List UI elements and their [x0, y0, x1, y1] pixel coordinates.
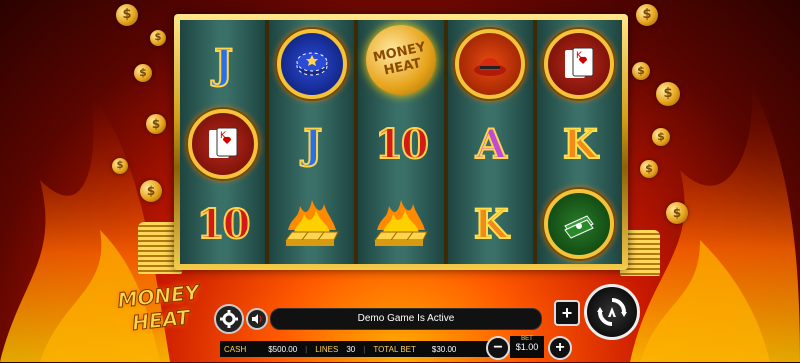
coin-icon: $	[632, 62, 650, 80]
coin-icon: $	[140, 180, 162, 202]
bet-value: $1.00	[515, 342, 539, 352]
symbol-a: A	[475, 120, 508, 169]
reel-3: MONEY HEAT 10	[358, 18, 444, 264]
bet-display: BET $1.00	[510, 336, 544, 358]
total-bet-value: $30.00	[431, 344, 457, 354]
info-bar: CASH $500.00 | LINES 30 | TOTAL BET $30.…	[220, 341, 490, 357]
coin-icon: $	[116, 4, 138, 26]
symbol-10: 10	[196, 200, 252, 249]
coin-icon: $	[112, 158, 128, 174]
casino-chip-icon	[276, 29, 347, 99]
spin-arrows-icon	[597, 298, 627, 326]
symbol-king-card: K	[180, 104, 265, 184]
coin-icon: $	[150, 30, 166, 46]
lines-label: LINES	[315, 344, 339, 354]
symbol-k: K	[473, 200, 510, 249]
symbol-k: K	[562, 120, 599, 169]
symbol-10: 10	[374, 120, 430, 169]
reel-1: J K 10	[180, 20, 266, 264]
lines-value: 30	[346, 344, 356, 354]
bet-decrease-button[interactable]: −	[486, 336, 510, 360]
symbol-hat	[448, 24, 533, 104]
money-heat-coin-icon: MONEY HEAT	[359, 18, 443, 102]
symbol-cash	[537, 184, 622, 264]
game-logo: MONEY HEAT	[112, 279, 209, 362]
bet-increase-button[interactable]: +	[548, 336, 572, 360]
coin-icon: $	[134, 64, 152, 82]
settings-button[interactable]	[214, 304, 244, 334]
reel-2: J	[269, 20, 355, 264]
king-card-icon: K	[544, 29, 615, 99]
gear-icon	[220, 310, 238, 328]
coin-icon: $	[652, 128, 670, 146]
sound-button[interactable]	[246, 308, 268, 330]
cash-stack-icon	[544, 189, 615, 259]
plus-icon: +	[555, 339, 565, 356]
symbol-j: J	[302, 120, 323, 169]
coin-icon: $	[146, 114, 166, 134]
reel-frame: J K 10 J MONEY HEAT 10 A K K K	[174, 14, 628, 270]
coin-icon: $	[640, 160, 658, 178]
coin-icon: $	[656, 82, 680, 106]
reel-4: A K	[447, 20, 533, 264]
reel-5: K K	[536, 20, 623, 264]
symbol-gold-bars	[269, 184, 354, 264]
gold-bars-icon	[284, 200, 339, 246]
coin-icon: $	[636, 4, 658, 26]
autoplay-button[interactable]: +	[554, 300, 580, 326]
minus-icon: −	[493, 339, 503, 356]
symbol-money-heat-wild: MONEY HEAT	[358, 18, 443, 102]
speaker-icon	[252, 314, 262, 324]
symbol-king-card: K	[537, 24, 622, 104]
king-card-icon: K	[187, 109, 258, 179]
symbol-chip	[269, 24, 354, 104]
cash-value: $500.00	[268, 344, 298, 354]
status-message: Demo Game Is Active	[270, 308, 542, 330]
info-divider: |	[305, 344, 308, 354]
cowboy-hat-icon	[455, 29, 526, 99]
cash-label: CASH	[224, 344, 247, 354]
plus-icon: +	[561, 302, 573, 323]
total-bet-label: TOTAL BET	[373, 344, 416, 354]
symbol-gold-bars	[358, 184, 443, 264]
info-divider: |	[363, 344, 366, 354]
coin-icon: $	[666, 202, 688, 224]
reel-area: J K 10 J MONEY HEAT 10 A K K K	[180, 18, 623, 264]
symbol-j: J	[213, 40, 234, 89]
gold-bars-icon	[374, 200, 428, 246]
spin-button[interactable]	[584, 284, 640, 340]
